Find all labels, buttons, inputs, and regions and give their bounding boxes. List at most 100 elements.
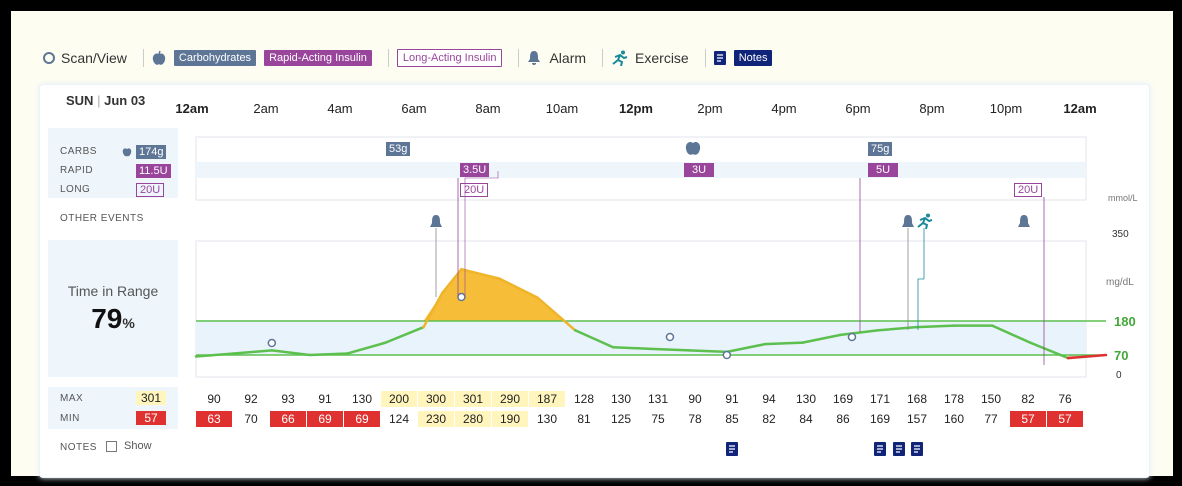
legend-long-chip: Long-Acting Insulin — [396, 49, 503, 67]
max-hour-value: 171 — [869, 392, 891, 406]
note-icon[interactable] — [911, 442, 923, 456]
note-icon[interactable] — [874, 442, 886, 456]
min-hour-value: 125 — [610, 412, 632, 426]
bell-icon — [1018, 215, 1030, 227]
scan-point[interactable] — [847, 332, 857, 342]
divider — [602, 49, 604, 67]
min-hour-value: 84 — [799, 412, 813, 426]
max-hour-value: 187 — [529, 391, 565, 407]
min-hour-value: 230 — [418, 411, 454, 427]
axis-top-label: 350 — [1112, 229, 1129, 240]
legend-alarm[interactable]: Alarm — [527, 50, 586, 66]
scan-circle-icon — [43, 52, 55, 64]
note-icon — [713, 51, 726, 65]
max-hour-value: 300 — [418, 391, 454, 407]
scan-point[interactable] — [457, 292, 466, 302]
max-hour-value: 301 — [455, 391, 491, 407]
glucose-segment — [611, 346, 653, 351]
legend-exercise[interactable]: Exercise — [611, 50, 689, 66]
glucose-segment — [649, 347, 691, 352]
legend-rapid[interactable]: Rapid-Acting Insulin — [264, 50, 372, 66]
max-hour-value: 90 — [207, 392, 221, 406]
min-hour-value: 160 — [943, 412, 965, 426]
legend-long[interactable]: Long-Acting Insulin — [396, 49, 503, 67]
legend-exercise-label: Exercise — [635, 50, 689, 66]
max-hour-value: 130 — [610, 392, 632, 406]
min-hour-value: 63 — [196, 411, 232, 427]
long-event-chip[interactable]: 20U — [1014, 183, 1043, 197]
max-hour-value: 168 — [906, 392, 928, 406]
long-event-chip[interactable]: 20U — [460, 183, 489, 197]
legend-notes[interactable]: Notes — [713, 50, 773, 66]
max-hour-value: 91 — [725, 392, 739, 406]
alarm-markers — [430, 215, 1030, 227]
max-hour-value: 178 — [943, 392, 965, 406]
divider — [142, 49, 144, 67]
min-hour-value: 66 — [270, 411, 306, 427]
legend-scan[interactable]: Scan/View — [43, 50, 127, 66]
min-hour-value: 81 — [577, 412, 591, 426]
scan-point[interactable] — [722, 350, 732, 360]
note-icon[interactable] — [892, 442, 905, 456]
bell-icon — [902, 215, 914, 227]
min-hour-value: 57 — [1010, 411, 1046, 427]
scan-point[interactable] — [665, 332, 675, 342]
max-hour-value: 93 — [281, 392, 295, 406]
min-hour-value: 57 — [1047, 411, 1083, 427]
max-hour-value: 92 — [244, 392, 258, 406]
min-hour-value: 86 — [836, 412, 850, 426]
runner-icon — [612, 50, 628, 66]
min-hour-value: 75 — [651, 412, 665, 426]
max-hour-value: 131 — [647, 392, 669, 406]
graph-frame — [195, 240, 1087, 378]
min-hour-value: 280 — [455, 411, 491, 427]
mgdl-unit-label: mg/dL — [1106, 277, 1134, 288]
max-hour-value: 128 — [573, 392, 595, 406]
min-hour-value: 85 — [725, 412, 739, 426]
min-hour-value: 157 — [906, 412, 928, 426]
rapid-event-chip[interactable]: 3U — [684, 163, 714, 177]
min-hour-value: 124 — [388, 412, 410, 426]
daily-card: SUN | Jun 03 12am 2am 4am 6am 8am 10am 1… — [39, 84, 1150, 478]
max-hour-value: 130 — [351, 392, 373, 406]
legend-scan-label: Scan/View — [61, 50, 127, 66]
min-hour-value: 78 — [688, 412, 702, 426]
rapid-event-chip[interactable]: 3.5U — [460, 163, 490, 177]
rapid-event-chip[interactable]: 5U — [868, 163, 898, 177]
carb-event-chip[interactable]: 53g — [386, 142, 411, 156]
min-hour-value: 169 — [869, 412, 891, 426]
note-icon[interactable] — [726, 442, 738, 456]
high-limit-label: 180 — [1114, 314, 1136, 329]
max-hour-value: 130 — [795, 392, 817, 406]
legend-rapid-chip: Rapid-Acting Insulin — [264, 50, 372, 66]
min-hour-value: 69 — [344, 411, 380, 427]
min-hour-value: 190 — [492, 411, 528, 427]
min-hour-value: 130 — [536, 412, 558, 426]
apple-icon — [685, 141, 701, 155]
max-hour-value: 150 — [980, 392, 1002, 406]
glucose-segment — [687, 349, 729, 354]
glucose-segment — [915, 324, 956, 329]
app-window: Scan/View Carbohydrates Rapid-Acting Ins… — [11, 11, 1173, 478]
max-hour-value: 169 — [832, 392, 854, 406]
meal-apple-marker — [685, 141, 701, 155]
scan-point[interactable] — [267, 338, 277, 348]
max-hour-value: 76 — [1058, 392, 1072, 406]
legend-alarm-label: Alarm — [549, 50, 587, 66]
max-hour-value: 82 — [1021, 392, 1035, 406]
divider — [387, 49, 389, 67]
runner-icon — [917, 213, 933, 230]
carb-event-chip[interactable]: 75g — [868, 142, 893, 156]
max-hour-value: 91 — [318, 392, 332, 406]
legend-bar: Scan/View Carbohydrates Rapid-Acting Ins… — [43, 48, 780, 68]
axis-zero-label: 0 — [1116, 370, 1122, 381]
low-limit-label: 70 — [1114, 348, 1129, 363]
max-hour-value: 200 — [381, 391, 417, 407]
max-hour-value: 94 — [762, 392, 776, 406]
apple-icon — [152, 50, 166, 65]
min-hour-value: 77 — [984, 412, 998, 426]
bell-icon — [430, 215, 442, 227]
legend-carbs[interactable]: Carbohydrates — [152, 50, 257, 66]
min-hour-value: 70 — [244, 412, 258, 426]
legend-carbs-chip: Carbohydrates — [173, 50, 257, 66]
